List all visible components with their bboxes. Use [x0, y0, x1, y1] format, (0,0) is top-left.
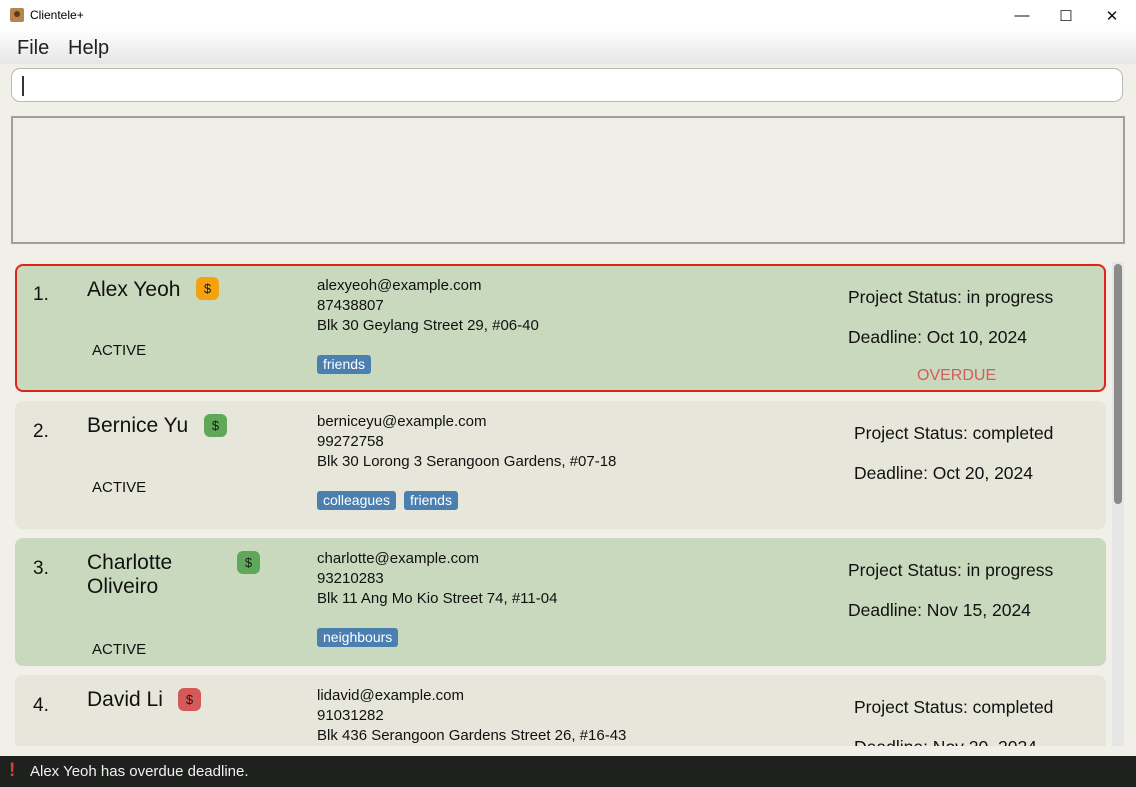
- status-bar: ! Alex Yeoh has overdue deadline.: [0, 756, 1136, 787]
- payment-dollar-icon: $: [237, 551, 260, 574]
- person-address: Blk 436 Serangoon Gardens Street 26, #16…: [317, 727, 627, 744]
- deadline: Deadline: Nov 20, 2024: [854, 737, 1037, 746]
- person-card-2[interactable]: 2. Bernice Yu $ ACTIVE berniceyu@example…: [15, 401, 1106, 529]
- person-phone: 91031282: [317, 707, 384, 724]
- person-card-3[interactable]: 3. Charlotte Oliveiro $ ACTIVE charlotte…: [15, 538, 1106, 666]
- maximize-button[interactable]: ☐: [1043, 0, 1089, 31]
- person-name: Bernice Yu: [87, 414, 189, 437]
- tag-list: friends: [317, 355, 372, 374]
- person-status: ACTIVE: [92, 479, 147, 496]
- title-bar: Clientele+ — ☐ ✕: [0, 0, 1136, 31]
- person-address: Blk 30 Lorong 3 Serangoon Gardens, #07-1…: [317, 453, 617, 470]
- card-index: 4.: [33, 695, 49, 716]
- person-status: ACTIVE: [92, 342, 147, 359]
- menu-help[interactable]: Help: [68, 37, 109, 60]
- close-button[interactable]: ✕: [1089, 0, 1135, 31]
- person-status: ACTIVE: [92, 641, 147, 658]
- tag: friends: [317, 355, 372, 374]
- payment-dollar-icon: $: [178, 688, 201, 711]
- tag: friends: [403, 491, 458, 510]
- person-address: Blk 30 Geylang Street 29, #06-40: [317, 317, 539, 334]
- person-card-1[interactable]: 1. Alex Yeoh $ ACTIVE alexyeoh@example.c…: [15, 264, 1106, 392]
- scrollbar-thumb[interactable]: [1114, 264, 1122, 504]
- person-email: charlotte@example.com: [317, 550, 479, 567]
- status-message: Alex Yeoh has overdue deadline.: [30, 763, 249, 780]
- exclamation-icon: !: [9, 760, 16, 781]
- person-phone: 87438807: [317, 297, 384, 314]
- project-status: Project Status: in progress: [848, 560, 1054, 580]
- list-scrollbar[interactable]: [1112, 262, 1124, 746]
- person-email: berniceyu@example.com: [317, 413, 487, 430]
- person-name: David Li: [87, 688, 163, 711]
- person-name: Alex Yeoh: [87, 278, 181, 301]
- person-card-4[interactable]: 4. David Li $ lidavid@example.com 910312…: [15, 675, 1106, 746]
- person-address: Blk 11 Ang Mo Kio Street 74, #11-04: [317, 590, 558, 607]
- tag: colleagues: [317, 491, 396, 510]
- tag: neighbours: [317, 628, 399, 647]
- person-name-line1: Charlotte: [87, 551, 173, 574]
- card-index: 3.: [33, 558, 49, 579]
- payment-dollar-icon: $: [204, 414, 227, 437]
- project-status: Project Status: completed: [854, 697, 1054, 717]
- menu-bar: File Help: [0, 31, 1136, 64]
- deadline: Deadline: Nov 15, 2024: [848, 600, 1031, 620]
- text-caret: [22, 76, 24, 96]
- project-status: Project Status: completed: [854, 423, 1054, 443]
- deadline: Deadline: Oct 20, 2024: [854, 463, 1034, 483]
- command-input[interactable]: [11, 68, 1123, 102]
- project-status: Project Status: in progress: [848, 287, 1054, 307]
- person-name-line2: Oliveiro: [87, 575, 159, 598]
- person-phone: 93210283: [317, 570, 384, 587]
- card-index: 2.: [33, 421, 49, 442]
- app-icon: [10, 8, 24, 22]
- overdue-label: OVERDUE: [917, 367, 997, 384]
- menu-file[interactable]: File: [17, 37, 49, 60]
- tag-list: colleagues friends: [317, 491, 458, 510]
- person-list[interactable]: 1. Alex Yeoh $ ACTIVE alexyeoh@example.c…: [15, 262, 1107, 746]
- deadline: Deadline: Oct 10, 2024: [848, 327, 1028, 347]
- person-email: alexyeoh@example.com: [317, 277, 482, 294]
- tag-list: neighbours: [317, 628, 399, 647]
- person-email: lidavid@example.com: [317, 687, 464, 704]
- payment-dollar-icon: $: [196, 277, 219, 300]
- window-title: Clientele+: [30, 8, 84, 22]
- card-index: 1.: [33, 284, 49, 305]
- minimize-button[interactable]: —: [999, 0, 1045, 31]
- person-phone: 99272758: [317, 433, 384, 450]
- result-display[interactable]: [11, 116, 1125, 244]
- person-name: Charlotte Oliveiro: [87, 551, 172, 599]
